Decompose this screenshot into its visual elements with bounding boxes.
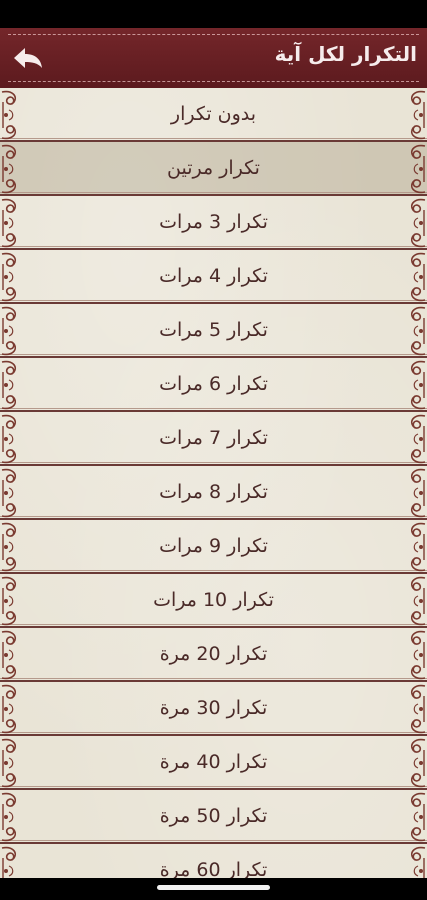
list-item[interactable]: تكرار 7 مرات (0, 412, 427, 466)
list-item[interactable]: تكرار 10 مرات (0, 574, 427, 628)
list-item[interactable]: بدون تكرار (0, 88, 427, 142)
ornament-icon (410, 198, 426, 248)
ornament-icon (1, 576, 17, 626)
list-item-label: تكرار 3 مرات (159, 211, 268, 233)
page-title: التكرار لكل آية (274, 42, 417, 66)
ornament-icon (1, 846, 17, 878)
list-item[interactable]: تكرار 20 مرة (0, 628, 427, 682)
list-item-label: تكرار 50 مرة (159, 805, 268, 827)
list-item[interactable]: تكرار 30 مرة (0, 682, 427, 736)
list-item-selected[interactable]: تكرار مرتين (0, 142, 427, 196)
ornament-icon (1, 630, 17, 680)
list-item[interactable]: تكرار 6 مرات (0, 358, 427, 412)
list-item-label: تكرار مرتين (167, 157, 260, 179)
back-button[interactable] (10, 42, 46, 74)
list-item-label: تكرار 7 مرات (159, 427, 268, 449)
list-item[interactable]: تكرار 9 مرات (0, 520, 427, 574)
ornament-icon (1, 522, 17, 572)
ornament-icon (1, 792, 17, 842)
ornament-icon (410, 846, 426, 878)
list-item-label: تكرار 5 مرات (159, 319, 268, 341)
list-item-label: تكرار 40 مرة (159, 751, 268, 773)
ornament-icon (410, 792, 426, 842)
ornament-icon (410, 630, 426, 680)
ornament-icon (410, 576, 426, 626)
ornament-icon (410, 522, 426, 572)
list-item-label: تكرار 30 مرة (159, 697, 268, 719)
list-item[interactable]: تكرار 40 مرة (0, 736, 427, 790)
list-item-label: تكرار 8 مرات (159, 481, 268, 503)
list-item[interactable]: تكرار 8 مرات (0, 466, 427, 520)
home-indicator[interactable] (157, 885, 270, 890)
list-item[interactable]: تكرار 50 مرة (0, 790, 427, 844)
ornament-icon (410, 684, 426, 734)
ornament-icon (1, 738, 17, 788)
list-item-label: تكرار 6 مرات (159, 373, 268, 395)
ornament-icon (1, 684, 17, 734)
ornament-icon (410, 306, 426, 356)
ornament-icon (1, 198, 17, 248)
ornament-icon (1, 468, 17, 518)
list-item[interactable]: تكرار 5 مرات (0, 304, 427, 358)
list-item[interactable]: تكرار 4 مرات (0, 250, 427, 304)
back-arrow-icon (14, 48, 42, 68)
ornament-icon (1, 414, 17, 464)
status-bar (0, 0, 427, 28)
ornament-icon (1, 252, 17, 302)
list-item-label: تكرار 10 مرات (153, 589, 274, 611)
ornament-icon (410, 468, 426, 518)
list-item-label: تكرار 4 مرات (159, 265, 268, 287)
list-item-label: بدون تكرار (170, 103, 257, 125)
list-item-label: تكرار 9 مرات (159, 535, 268, 557)
ornament-icon (1, 306, 17, 356)
ornament-icon (1, 90, 17, 140)
ornament-icon (410, 738, 426, 788)
list-item-label: تكرار 60 مرة (159, 859, 268, 878)
list-item[interactable]: تكرار 60 مرة (0, 844, 427, 878)
ornament-icon (410, 144, 426, 194)
ornament-icon (1, 360, 17, 410)
ornament-icon (410, 414, 426, 464)
header-bar: التكرار لكل آية (0, 28, 427, 88)
list-item[interactable]: تكرار 3 مرات (0, 196, 427, 250)
ornament-icon (1, 144, 17, 194)
list-item-label: تكرار 20 مرة (159, 643, 268, 665)
repeat-options-list[interactable]: بدون تكرار تكرار مرتين تكرار 3 مرات تكرا… (0, 88, 427, 878)
ornament-icon (410, 252, 426, 302)
ornament-icon (410, 360, 426, 410)
ornament-icon (410, 90, 426, 140)
